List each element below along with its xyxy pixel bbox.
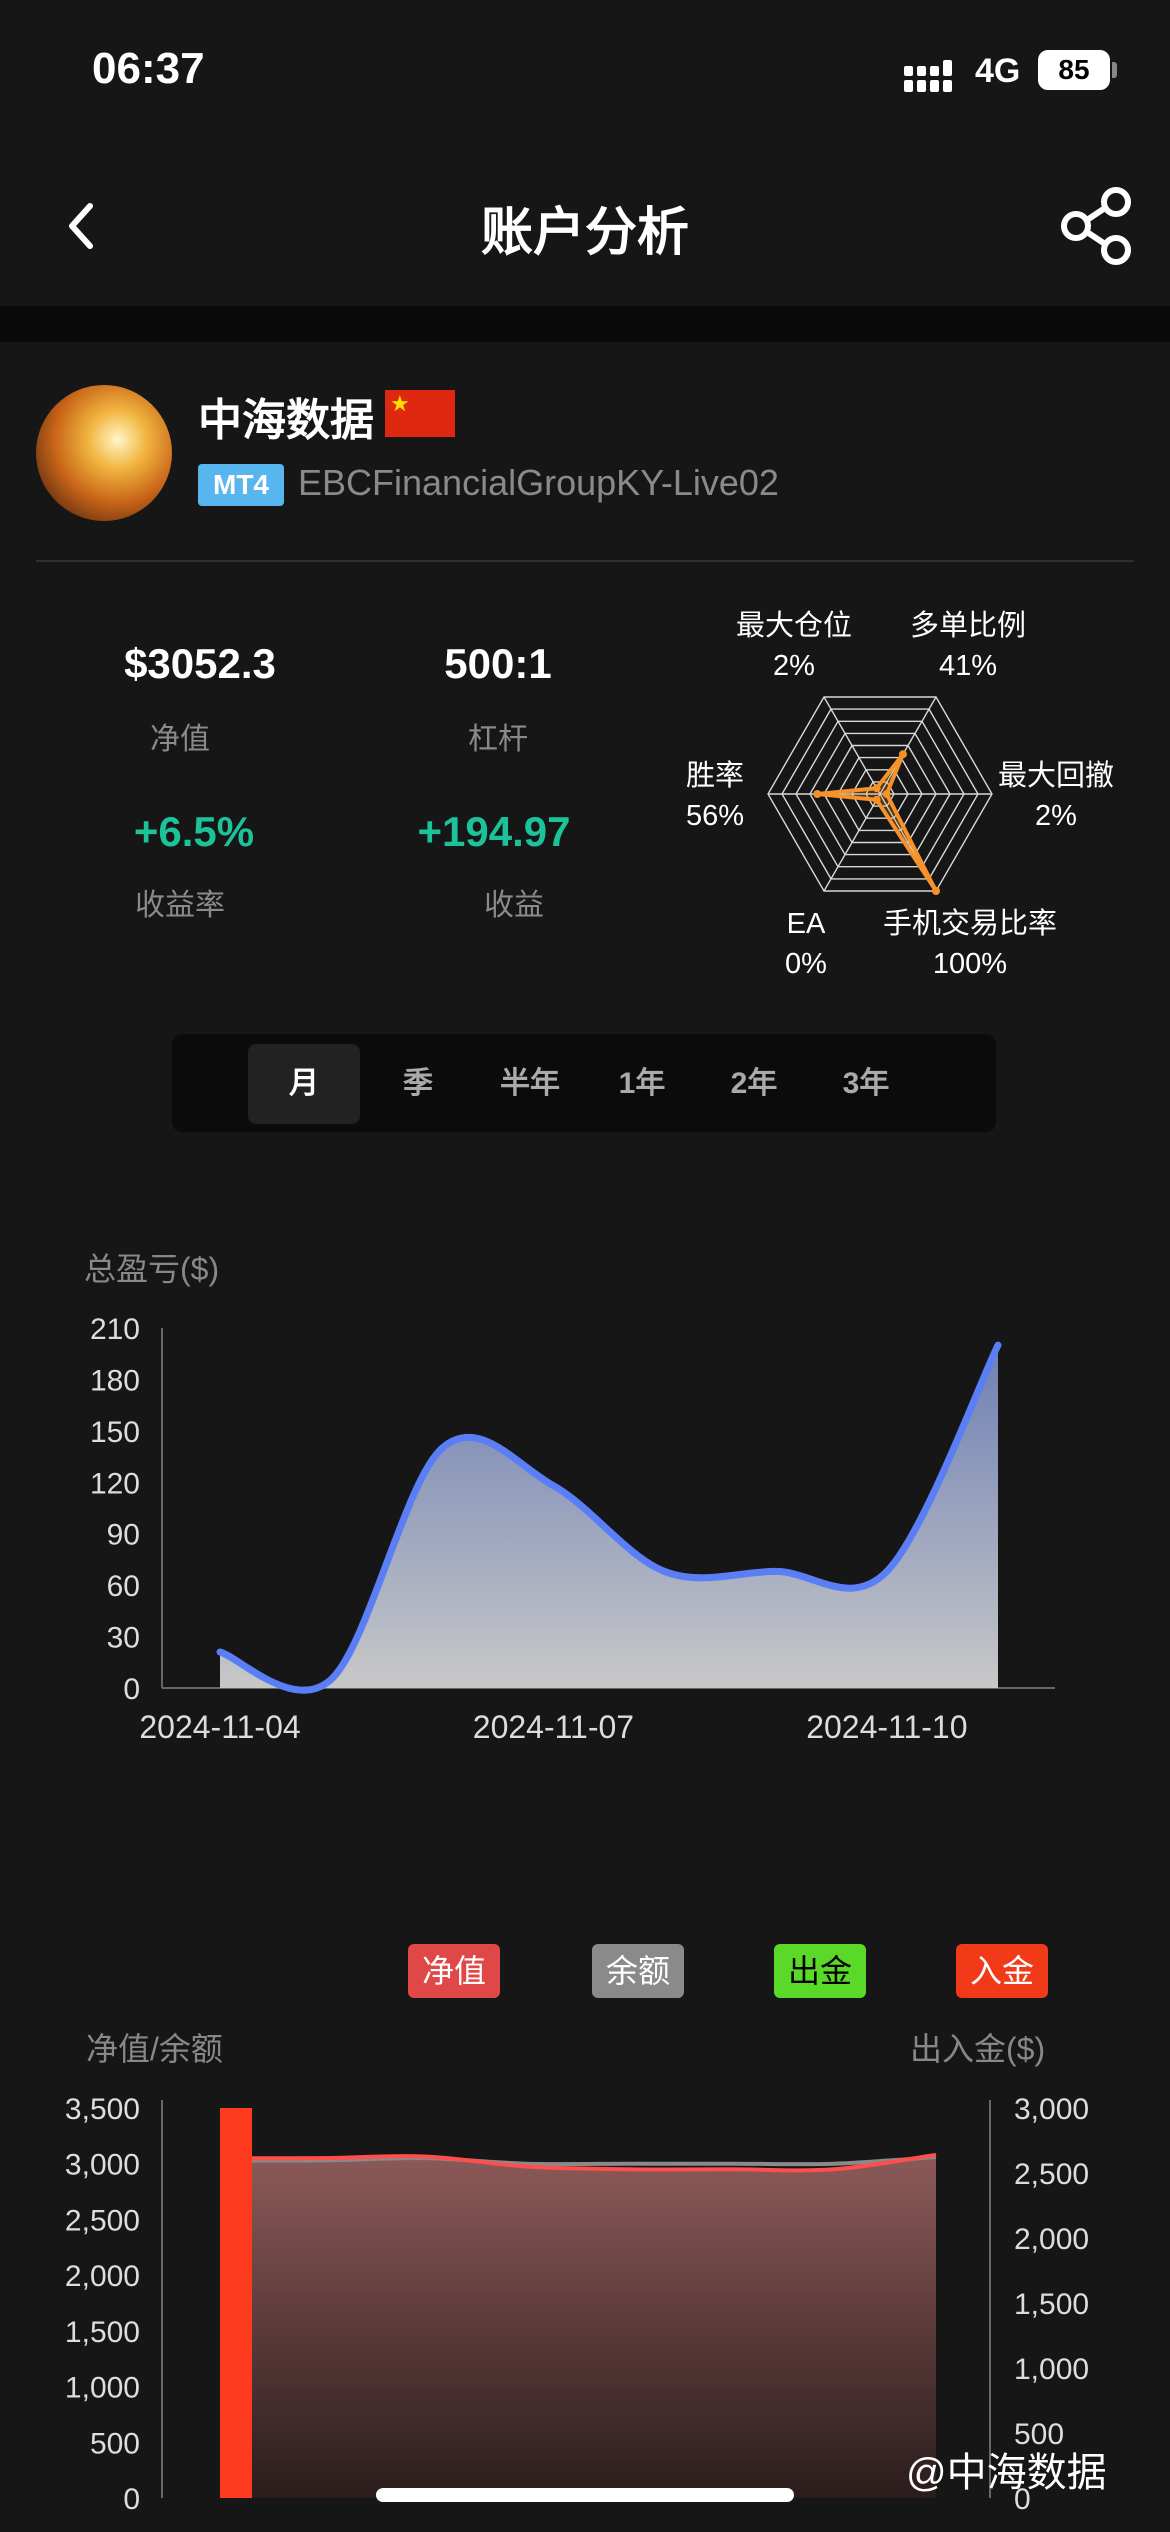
tab-month[interactable]: 月: [248, 1044, 360, 1124]
page-title: 账户分析: [480, 204, 689, 262]
tab-2-year[interactable]: 2年: [698, 1044, 810, 1124]
right-tick-label: 3,000: [1014, 2093, 1089, 2126]
tab-half-year[interactable]: 半年: [474, 1044, 586, 1124]
radar-point: [898, 750, 907, 759]
profile-divider: [36, 560, 1134, 562]
right-tick-label: 1,500: [1014, 2288, 1089, 2321]
pnl-chart: 210 180 150 120 90 60 30 02024-11-04 2024-11-07 2…: [90, 1313, 1055, 1745]
pnl-point: [997, 1344, 999, 1347]
legend-deposit[interactable]: 入金: [956, 1944, 1049, 1998]
left-tick-label: 3,000: [65, 2149, 140, 2182]
pnl-point: [663, 1570, 666, 1573]
pnl-point: [330, 1678, 333, 1681]
left-tick-label: 3,500: [65, 2093, 140, 2126]
left-tick-label: 500: [90, 2427, 140, 2460]
y-tick-label: 30: [107, 1622, 140, 1655]
radar-label-win-rate: 胜率 56%: [685, 760, 745, 832]
pnl-point: [219, 1651, 221, 1653]
section-divider: [0, 306, 1170, 342]
watermark: @中海数据: [906, 2451, 1107, 2495]
x-tick-label: 2024-11-10: [806, 1709, 967, 1745]
right-tick-label: 2,500: [1014, 2158, 1089, 2191]
radar-point: [872, 784, 881, 793]
radar-point: [872, 795, 881, 804]
tab-1-year[interactable]: 1年: [586, 1044, 698, 1124]
legend-net-value[interactable]: 净值: [408, 1944, 501, 1998]
pnl-area: [220, 1345, 998, 1691]
battery-icon: 85: [1038, 50, 1110, 90]
radar-point: [882, 790, 891, 798]
account-server: EBCFinancialGroupKY-Live02: [298, 462, 779, 503]
pnl-point: [552, 1484, 555, 1487]
radar-chart: [767, 696, 993, 895]
left-tick-label: 2,000: [65, 2260, 140, 2293]
y-tick-label: 0: [123, 1673, 140, 1706]
y-tick-label: 150: [90, 1416, 140, 1449]
return-rate: +6.5%: [133, 808, 255, 855]
radar-label-max-drawdown: 最大回撤 2%: [997, 760, 1114, 832]
right-tick-label: 1,000: [1014, 2353, 1089, 2386]
pnl-point: [441, 1447, 444, 1449]
radar-label-long-ratio: 多单比例 41%: [909, 610, 1026, 682]
radar-label-ea: EA 0%: [785, 908, 827, 980]
equity-axis-title: 净值/余额: [86, 2031, 223, 2067]
radar-point: [813, 790, 822, 798]
right-tick-label: 2,000: [1014, 2223, 1089, 2256]
signal-icon: [904, 60, 952, 92]
equity-area: [220, 2154, 936, 2498]
radar-label-max-position: 最大仓位 2%: [736, 610, 853, 682]
tab-3-year[interactable]: 3年: [810, 1044, 922, 1124]
x-tick-label: 2024-11-04: [139, 1709, 300, 1745]
avatar[interactable]: [36, 385, 172, 521]
status-time: 06:37: [92, 44, 205, 93]
left-tick-label: 1,000: [65, 2372, 140, 2405]
flag-star-icon: ★: [390, 391, 410, 416]
pnl-point: [774, 1570, 777, 1573]
radar-point: [932, 886, 940, 895]
funds-axis-title: 出入金($): [910, 2031, 1046, 2067]
profile-name: 中海数据: [198, 396, 374, 445]
y-tick-label: 60: [107, 1570, 140, 1603]
net-value-label: 净值: [150, 723, 210, 756]
y-tick-label: 120: [90, 1467, 140, 1500]
pnl-point: [885, 1570, 888, 1573]
left-tick-label: 1,500: [65, 2316, 140, 2349]
network-type: 4G: [975, 52, 1021, 90]
profit-value: +194.97: [417, 808, 571, 855]
home-indicator[interactable]: [376, 2488, 794, 2502]
left-tick-label: 0: [123, 2483, 140, 2516]
x-tick-label: 2024-11-07: [473, 1709, 634, 1745]
platform-badge: MT4: [198, 464, 284, 506]
return-rate-label: 收益率: [135, 889, 225, 922]
leverage-label: 杠杆: [468, 723, 528, 756]
profit-label: 收益: [484, 889, 544, 922]
left-tick-label: 2,500: [65, 2204, 140, 2237]
share-icon[interactable]: [1058, 186, 1138, 266]
tab-quarter[interactable]: 季: [362, 1044, 474, 1124]
legend-balance[interactable]: 余额: [592, 1944, 685, 1998]
leverage-value: 500:1: [444, 640, 552, 687]
y-tick-label: 210: [90, 1313, 140, 1346]
radar-label-mobile-ratio: 手机交易比率 100%: [882, 908, 1057, 980]
y-tick-label: 90: [107, 1519, 140, 1552]
net-value: $3052.3: [124, 640, 276, 687]
legend-withdrawal[interactable]: 出金: [774, 1944, 867, 1998]
pnl-chart-title: 总盈亏($): [84, 1251, 220, 1287]
deposit-bar: [220, 2108, 252, 2498]
battery-tip: [1112, 62, 1117, 78]
y-tick-label: 180: [90, 1364, 140, 1397]
